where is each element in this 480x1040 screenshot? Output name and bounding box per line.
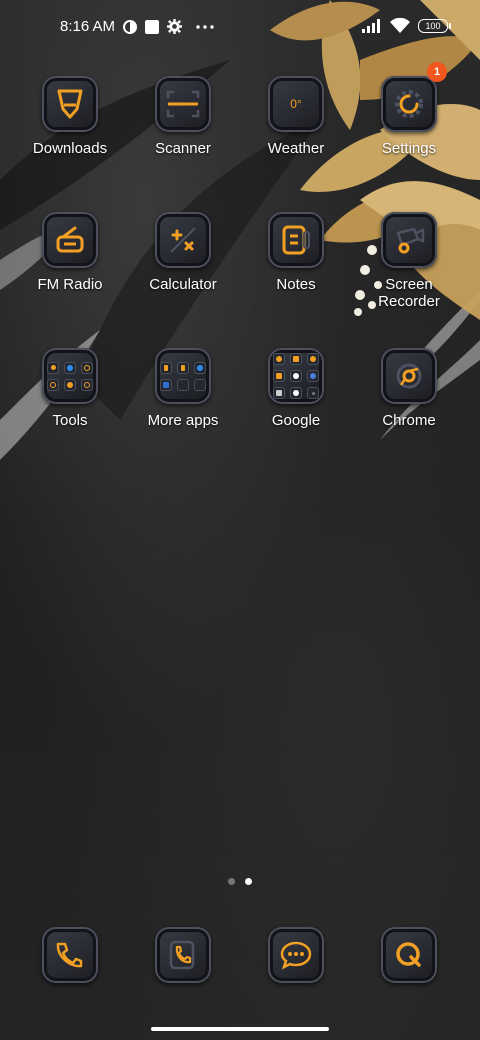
radio-icon (42, 212, 98, 268)
app-settings[interactable]: 1 Settings (353, 62, 465, 157)
signal-icon (362, 18, 380, 33)
battery-icon: 100 (418, 18, 451, 33)
wifi-icon (390, 18, 410, 33)
page-indicator[interactable] (0, 878, 480, 885)
app-calculator[interactable]: Calculator (127, 212, 239, 293)
app-notes[interactable]: Notes (240, 212, 352, 293)
app-label: Google (271, 412, 321, 429)
app-label: Chrome (382, 412, 436, 429)
folder-google[interactable]: Google (240, 348, 352, 429)
calculator-icon (155, 212, 211, 268)
status-time: 8:16 AM (60, 18, 116, 35)
app-label: Tools (52, 412, 88, 429)
app-label: Weather (267, 140, 325, 157)
app-label: Settings (381, 140, 437, 157)
app-scanner[interactable]: Scanner (127, 76, 239, 157)
dock-messages[interactable] (240, 927, 352, 983)
app-chrome[interactable]: Chrome (353, 348, 465, 429)
weather-temp: 0° (290, 97, 302, 111)
app-downloads[interactable]: Downloads (14, 76, 126, 157)
folder-more-apps[interactable]: More apps (127, 348, 239, 429)
notification-badge: 1 (427, 62, 447, 82)
app-label: Notes (276, 276, 316, 293)
app-label: Calculator (149, 276, 217, 293)
gear-icon (167, 19, 183, 34)
battery-level: 100 (425, 20, 441, 31)
data-saver-icon (123, 19, 138, 34)
phone-icon (42, 927, 98, 983)
status-bar: 8:16 AM 100 (0, 0, 480, 56)
page-dot-2-active[interactable] (245, 878, 252, 885)
video-camera-icon (381, 212, 437, 268)
app-label: Scanner (155, 140, 211, 157)
app-screen-recorder[interactable]: Screen Recorder (353, 212, 465, 310)
home-gesture-bar[interactable] (151, 1027, 329, 1031)
chrome-icon (381, 348, 437, 404)
folder-tools[interactable]: Tools (14, 348, 126, 429)
app-label: More apps (147, 412, 219, 429)
browser-q-icon (381, 927, 437, 983)
more-dots-icon (196, 24, 214, 29)
app-label: FM Radio (37, 276, 103, 293)
settings-gear-icon: 1 (381, 62, 447, 132)
app-fm-radio[interactable]: FM Radio (14, 212, 126, 293)
folder-icon (268, 348, 324, 404)
folder-icon (155, 348, 211, 404)
messages-icon (268, 927, 324, 983)
folder-icon (42, 348, 98, 404)
square-notification-icon (145, 19, 160, 34)
notes-icon (268, 212, 324, 268)
app-weather[interactable]: 0° Weather (240, 76, 352, 157)
scanner-icon (155, 76, 211, 132)
page-dot-1[interactable] (228, 878, 235, 885)
contacts-phone-icon (155, 927, 211, 983)
dock-browser[interactable] (353, 927, 465, 983)
download-icon (42, 76, 98, 132)
dock-phone[interactable] (14, 927, 126, 983)
app-label: Downloads (32, 140, 108, 157)
app-label: Screen Recorder (378, 276, 440, 310)
weather-icon: 0° (268, 76, 324, 132)
dock-contacts[interactable] (127, 927, 239, 983)
